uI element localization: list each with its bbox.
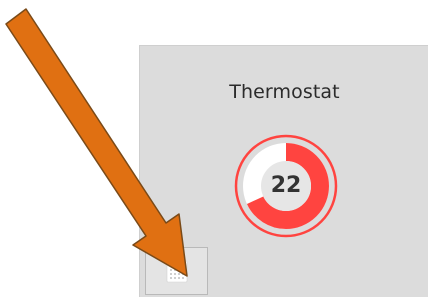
temperature-gauge: 22 [234, 134, 338, 238]
grid-button[interactable] [145, 247, 208, 295]
widget-title: Thermostat [229, 81, 340, 103]
canvas: Thermostat 22 [0, 0, 428, 297]
grid-icon [166, 260, 188, 283]
temperature-value: 22 [270, 173, 302, 198]
